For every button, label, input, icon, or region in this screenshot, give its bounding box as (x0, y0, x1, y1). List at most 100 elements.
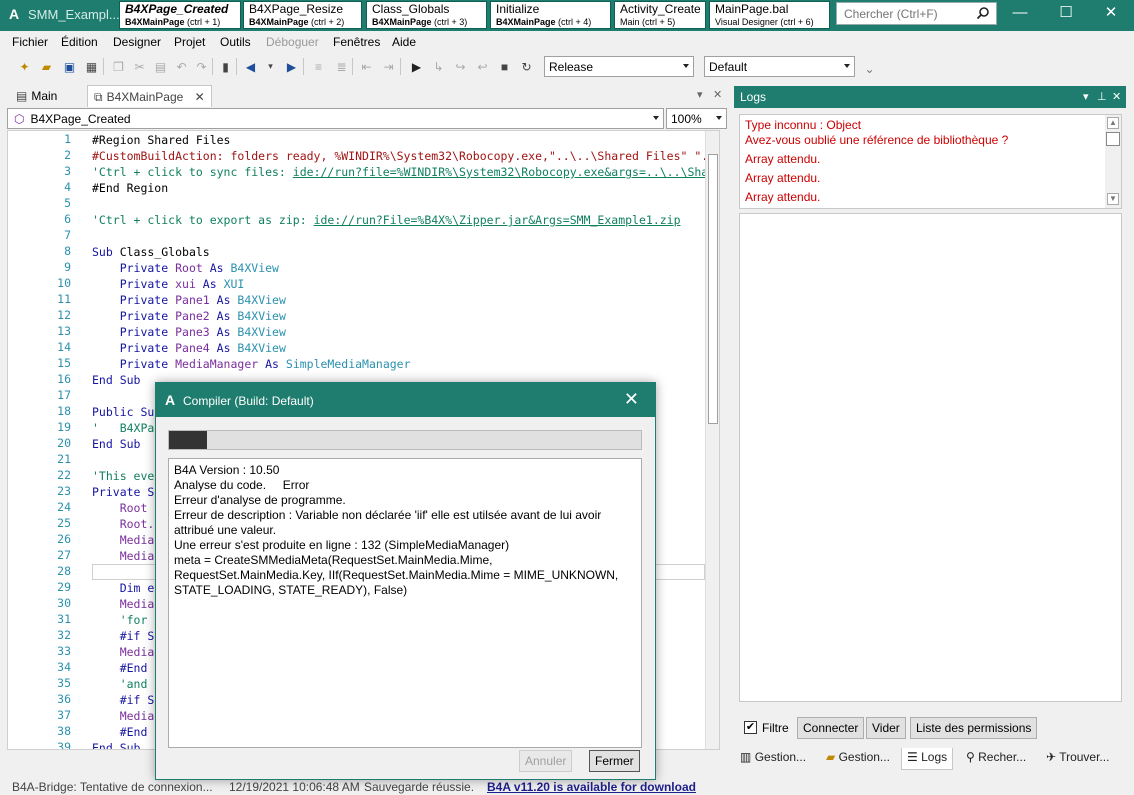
code-link[interactable]: ide://run?File=%B4X%\Zipper.jar&Args=SMM… (314, 213, 681, 227)
new-project-icon[interactable]: ✦ (16, 58, 33, 75)
quick-tab-b4xpage-resize[interactable]: B4XPage_Resize B4XMainPage (ctrl + 2) (243, 1, 362, 29)
tab-main[interactable]: ▤ Main (10, 85, 63, 107)
tab-search[interactable]: ⚲ Recher... (966, 750, 1026, 764)
build-config-select[interactable]: Release (544, 56, 694, 77)
copy-icon[interactable]: ❐ (110, 58, 127, 75)
menu-fichier[interactable]: Fichier (12, 35, 48, 49)
close-window-button[interactable]: ✕ (1088, 0, 1134, 28)
code-link[interactable]: ide://run?file=%WINDIR%\System32\Robocop… (293, 165, 705, 179)
outdent-icon[interactable]: ⇤ (358, 58, 375, 75)
code-line[interactable]: ⊟#Region Shared Files (92, 132, 705, 148)
navigate-forward-icon[interactable]: ▶ (283, 58, 300, 75)
scroll-up-icon[interactable]: ▲ (1107, 117, 1119, 129)
code-line[interactable]: Private xui As XUI (92, 276, 705, 292)
close-editor-icon[interactable]: ✕ (713, 88, 722, 101)
code-line[interactable]: Private Pane4 As B4XView (92, 340, 705, 356)
scrollbar-thumb[interactable] (708, 154, 718, 424)
quick-tab-class-globals[interactable]: Class_Globals B4XMainPage (ctrl + 3) (366, 1, 487, 29)
close-button[interactable]: Fermer (589, 750, 640, 772)
log-entry[interactable]: Array attendu. (745, 190, 1121, 209)
code-line[interactable]: #CustomBuildAction: folders ready, %WIND… (92, 148, 705, 164)
navigate-dropdown-icon[interactable]: ▾ (262, 58, 279, 75)
bookmark-icon[interactable]: ▮ (217, 58, 234, 75)
redo-icon[interactable]: ↷ (193, 58, 210, 75)
panel-dropdown-icon[interactable]: ▾ (1083, 90, 1089, 103)
code-line[interactable]: Private Root As B4XView (92, 260, 705, 276)
log-entry[interactable]: Array attendu. (745, 152, 1121, 171)
cut-icon[interactable]: ✂ (131, 58, 148, 75)
minimize-button[interactable]: — (997, 0, 1043, 28)
menu-fenetres[interactable]: Fenêtres (333, 35, 380, 49)
code-line[interactable]: #End Region (92, 180, 705, 196)
step-out-icon[interactable]: ↩ (474, 58, 491, 75)
run-icon[interactable]: ▶ (408, 58, 425, 75)
menu-deboguer[interactable]: Déboguer (266, 35, 319, 49)
code-line[interactable] (92, 228, 705, 244)
clear-button[interactable]: Vider (866, 717, 906, 739)
code-line[interactable]: 'Ctrl + click to export as zip: ide://ru… (92, 212, 705, 228)
undo-icon[interactable]: ↶ (173, 58, 190, 75)
permissions-list-button[interactable]: Liste des permissions (910, 717, 1038, 739)
quick-tab-activity-create[interactable]: Activity_Create Main (ctrl + 5) (614, 1, 706, 29)
open-project-icon[interactable]: ▰ (38, 58, 55, 75)
toolbar-overflow-icon[interactable]: ⌄ (861, 60, 878, 77)
close-tab-icon[interactable]: ✕ (195, 90, 205, 104)
search-icon[interactable] (976, 6, 990, 20)
restart-icon[interactable]: ↻ (518, 58, 535, 75)
navigate-back-icon[interactable]: ◀ (242, 58, 259, 75)
zoom-select[interactable]: 100% (666, 108, 727, 129)
close-panel-icon[interactable]: ✕ (1112, 90, 1121, 103)
comment-icon[interactable]: ≡ (310, 58, 327, 75)
tab-libraries-manager[interactable]: ▥ Gestion... (740, 750, 806, 764)
search-input[interactable] (844, 3, 974, 24)
menu-designer[interactable]: Designer (113, 35, 161, 49)
code-line[interactable]: Private Pane3 As B4XView (92, 324, 705, 340)
menu-projet[interactable]: Projet (174, 35, 205, 49)
tab-logs[interactable]: ☰ Logs (901, 748, 954, 770)
filter-checkbox[interactable]: ✔ (744, 721, 757, 734)
maximize-button[interactable]: ☐ (1043, 0, 1089, 28)
menu-edition[interactable]: Édition (61, 35, 98, 49)
code-line[interactable]: ⊟Sub Class_Globals (92, 244, 705, 260)
logs-scrollbar[interactable]: ▲ ▼ (1105, 115, 1121, 208)
save-icon[interactable]: ▣ (61, 58, 78, 75)
editor-scrollbar[interactable] (705, 131, 719, 749)
scrollbar-thumb[interactable] (1106, 132, 1120, 146)
tab-b4xmainpage[interactable]: ⧉ B4XMainPage ✕ (87, 85, 212, 107)
search-box[interactable] (836, 2, 997, 25)
sub-selector[interactable]: ⬡ B4XPage_Created (7, 108, 664, 129)
code-token: Pane4 (175, 341, 210, 355)
step-in-icon[interactable]: ↳ (430, 58, 447, 75)
step-over-icon[interactable]: ↪ (452, 58, 469, 75)
log-entry[interactable]: Avez-vous oublié une référence de biblio… (745, 133, 1121, 152)
connect-button[interactable]: Connecter (797, 717, 865, 739)
close-dialog-icon[interactable]: ✕ (624, 389, 639, 410)
code-line[interactable]: Private Pane1 As B4XView (92, 292, 705, 308)
quick-tab-initialize[interactable]: Initialize B4XMainPage (ctrl + 4) (490, 1, 611, 29)
code-line[interactable]: Private MediaManager As SimpleMediaManag… (92, 356, 705, 372)
cancel-button[interactable]: Annuler (519, 750, 573, 772)
paste-icon[interactable]: ▤ (152, 58, 169, 75)
logs-list[interactable]: Type inconnu : Object Avez-vous oublié u… (739, 114, 1122, 209)
log-entry[interactable]: Type inconnu : Object (745, 118, 1121, 133)
scroll-down-icon[interactable]: ▼ (1107, 193, 1119, 205)
pin-icon[interactable]: ⊥ (1097, 90, 1107, 103)
menu-aide[interactable]: Aide (392, 35, 416, 49)
indent-icon[interactable]: ⇥ (380, 58, 397, 75)
update-available-link[interactable]: B4A v11.20 is available for download (487, 780, 696, 794)
tab-find-all[interactable]: ✈ Trouver... (1046, 750, 1109, 764)
stop-icon[interactable]: ■ (496, 58, 513, 75)
code-line[interactable] (92, 196, 705, 212)
menu-outils[interactable]: Outils (220, 35, 251, 49)
code-line[interactable]: 'Ctrl + click to sync files: ide://run?f… (92, 164, 705, 180)
uncomment-icon[interactable]: ≣ (333, 58, 350, 75)
log-entry[interactable]: Array attendu. (745, 171, 1121, 190)
quick-tab-b4xpage-created[interactable]: B4XPage_Created B4XMainPage (ctrl + 1) (119, 1, 241, 29)
build-target-select[interactable]: Default (704, 56, 855, 77)
tabs-dropdown-icon[interactable]: ▾ (697, 88, 703, 101)
compile-output[interactable]: B4A Version : 10.50 Analyse du code. Err… (168, 458, 642, 748)
export-icon[interactable]: ▦ (83, 58, 100, 75)
tab-files-manager[interactable]: ▰ Gestion... (826, 750, 890, 764)
quick-tab-mainpage-bal[interactable]: MainPage.bal Visual Designer (ctrl + 6) (709, 1, 830, 29)
code-line[interactable]: Private Pane2 As B4XView (92, 308, 705, 324)
